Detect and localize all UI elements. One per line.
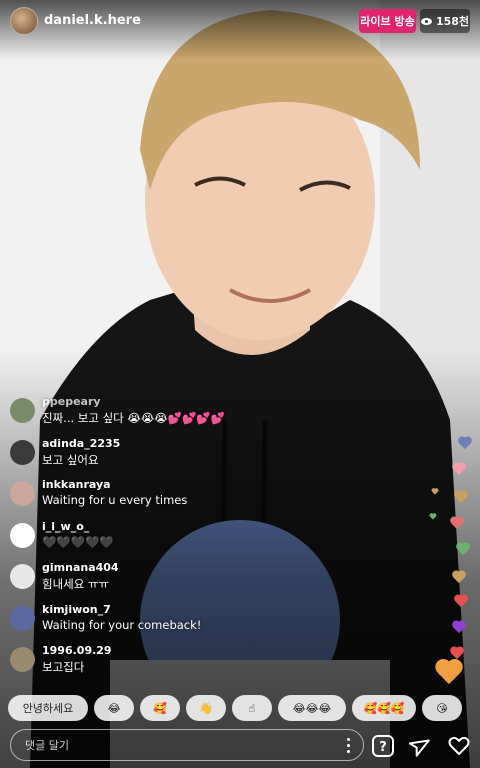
- host-username[interactable]: daniel.k.here: [44, 13, 141, 28]
- floating-hearts: [420, 395, 480, 705]
- heart-icon: [432, 489, 439, 496]
- commenter-avatar[interactable]: [10, 522, 35, 548]
- heart-icon: [452, 621, 466, 635]
- quick-reply-chip[interactable]: 😂😂😂: [278, 695, 346, 721]
- comment-text: 보고 싶어요: [42, 452, 99, 467]
- heart-icon: [458, 437, 472, 451]
- commenter-username[interactable]: 1996.09.29: [42, 644, 112, 657]
- quick-reply-chip[interactable]: 😂: [94, 695, 134, 721]
- commenter-avatar[interactable]: [10, 439, 35, 465]
- commenter-avatar[interactable]: [10, 605, 35, 631]
- commenter-username[interactable]: inkkanraya: [42, 478, 111, 491]
- comment-text: Waiting for u every times: [42, 493, 188, 507]
- comment-text: 힘내세요 ㅠㅠ: [42, 577, 110, 591]
- live-badge: 라이브 방송: [359, 9, 416, 33]
- comment-item: i_l_w_o_ 🖤🖤🖤🖤🖤: [10, 517, 330, 559]
- commenter-avatar[interactable]: [10, 398, 35, 423]
- live-label: 라이브 방송: [360, 15, 415, 28]
- quick-reply-bar: 안녕하세요 😂 🥰 👋 ☝ 😂😂😂 🥰🥰🥰 😘: [8, 695, 480, 723]
- quick-reply-chip[interactable]: 😘: [422, 695, 462, 721]
- eye-icon: [420, 17, 432, 25]
- heart-like-icon[interactable]: [446, 733, 472, 759]
- commenter-avatar[interactable]: [10, 481, 35, 506]
- heart-icon: [456, 543, 470, 557]
- comment-item: adinda_2235 보고 싶어요: [10, 434, 330, 476]
- commenter-username[interactable]: i_l_w_o_: [42, 520, 89, 533]
- quick-reply-chip[interactable]: 👋: [186, 695, 226, 721]
- comment-text: 보고집다: [42, 660, 85, 674]
- comment-text: Waiting for your comeback!: [42, 617, 202, 632]
- send-icon[interactable]: [408, 733, 434, 759]
- commenter-avatar[interactable]: [10, 647, 35, 672]
- comment-item: kimjiwon_7 Waiting for your comeback!: [10, 600, 330, 642]
- heart-icon: [435, 660, 463, 688]
- commenter-username[interactable]: kimjiwon_7: [42, 603, 111, 616]
- heart-icon: [430, 514, 437, 521]
- comment-item: ppepeary 진짜... 보고 싶다 😭😭😭💕💕💕💕: [10, 392, 330, 434]
- question-icon[interactable]: ?: [370, 733, 396, 759]
- heart-icon: [454, 595, 468, 609]
- quick-reply-chip[interactable]: 🥰: [140, 695, 180, 721]
- comment-feed: ppepeary 진짜... 보고 싶다 😭😭😭💕💕💕💕 adinda_2235…: [10, 392, 330, 683]
- more-options-icon[interactable]: [347, 738, 351, 754]
- comment-item: inkkanraya Waiting for u every times: [10, 475, 330, 517]
- viewer-count: 158천: [435, 15, 470, 28]
- commenter-username[interactable]: adinda_2235: [42, 437, 120, 450]
- quick-reply-chip[interactable]: 🥰🥰🥰: [352, 695, 416, 721]
- viewer-count-badge[interactable]: 158천: [420, 9, 470, 33]
- comment-box[interactable]: [10, 729, 364, 761]
- heart-icon: [450, 517, 464, 531]
- quick-reply-chip[interactable]: 안녕하세요: [8, 695, 88, 721]
- commenter-username[interactable]: gimnana404: [42, 561, 119, 574]
- comment-item: gimnana404 힘내세요 ㅠㅠ: [10, 558, 330, 600]
- comment-text: 진짜... 보고 싶다 😭😭😭💕💕💕💕: [42, 411, 225, 425]
- quick-reply-chip[interactable]: ☝: [232, 695, 272, 721]
- svg-text:?: ?: [379, 740, 387, 755]
- heart-icon: [452, 463, 466, 477]
- host-avatar[interactable]: [10, 7, 38, 35]
- heart-icon: [452, 571, 466, 585]
- commenter-avatar[interactable]: [10, 564, 35, 589]
- commenter-username[interactable]: ppepeary: [42, 395, 101, 408]
- comment-text: 🖤🖤🖤🖤🖤: [42, 534, 114, 549]
- comment-input[interactable]: [23, 738, 327, 753]
- comment-item: 1996.09.29 보고집다: [10, 641, 330, 683]
- heart-icon: [454, 491, 468, 505]
- live-header: daniel.k.here 라이브 방송 158천: [0, 0, 480, 40]
